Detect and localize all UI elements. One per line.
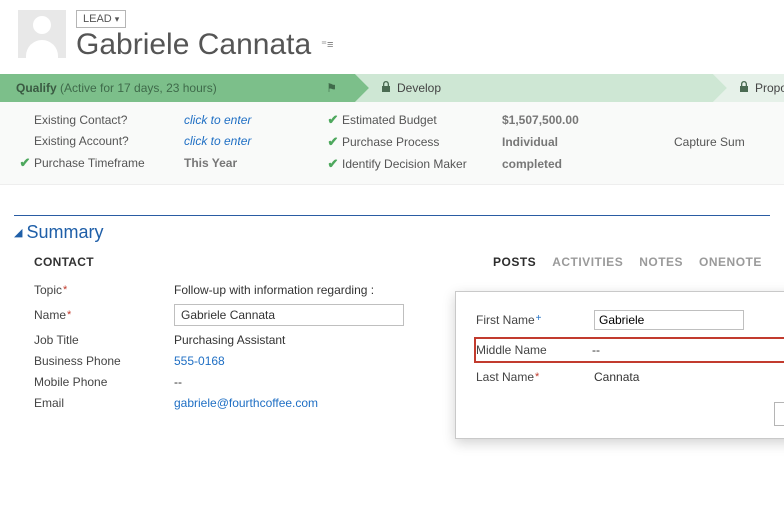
email-label: Email	[34, 396, 174, 410]
done-button[interactable]: Done	[774, 402, 784, 426]
stage-develop[interactable]: Develop	[355, 74, 713, 102]
last-name-label: Last Name	[476, 370, 594, 384]
lock-icon	[739, 81, 749, 95]
tab-onenote[interactable]: ONENOTE	[699, 255, 762, 269]
stage-duration: (Active for 17 days, 23 hours)	[60, 81, 217, 95]
middle-name-row-highlight: Middle Name --	[474, 337, 784, 363]
develop-fields: ✔ Estimated Budget $1,507,500.00 ✔ Purch…	[324, 112, 652, 172]
page-title: Gabriele Cannata	[76, 30, 311, 60]
caret-down-icon: ▾	[115, 14, 120, 25]
middle-name-value[interactable]: --	[592, 343, 784, 357]
stage-name: Develop	[397, 81, 441, 95]
entity-selector[interactable]: LEAD ▾	[76, 10, 126, 28]
field-label: Existing Account?	[34, 134, 184, 148]
field-label: Estimated Budget	[342, 113, 502, 127]
check-icon: ✔	[324, 112, 342, 128]
field-value[interactable]: Individual	[502, 135, 652, 149]
social-tabs-block: POSTS ACTIVITIES NOTES ONENOTE First Nam…	[485, 255, 770, 410]
propose-fields: Capture Sum	[652, 112, 784, 172]
topic-label: Topic	[34, 283, 174, 297]
tab-posts[interactable]: POSTS	[493, 255, 536, 269]
qualify-fields: Existing Contact? click to enter Existin…	[16, 112, 324, 172]
first-name-input[interactable]	[594, 310, 744, 330]
section-separator	[14, 215, 770, 216]
middle-name-label: Middle Name	[476, 343, 592, 357]
contact-heading: CONTACT	[34, 255, 485, 269]
jobtitle-label: Job Title	[34, 333, 174, 347]
check-icon: ✔	[324, 134, 342, 150]
field-label: Purchase Timeframe	[34, 156, 184, 170]
lock-icon	[381, 81, 391, 95]
field-label: Capture Sum	[674, 135, 784, 149]
field-value[interactable]: $1,507,500.00	[502, 113, 652, 127]
summary-body: CONTACT Topic Follow-up with information…	[0, 243, 784, 410]
field-value[interactable]: completed	[502, 157, 652, 171]
business-phone-value[interactable]: 555-0168	[174, 354, 424, 368]
process-details: Existing Contact? click to enter Existin…	[0, 102, 784, 185]
flag-icon[interactable]: ⚑	[326, 81, 337, 95]
jobtitle-value[interactable]: Purchasing Assistant	[174, 333, 424, 347]
contact-block: CONTACT Topic Follow-up with information…	[30, 255, 485, 410]
mobile-phone-label: Mobile Phone	[34, 375, 174, 389]
check-icon: ✔	[16, 155, 34, 171]
tabs-row: POSTS ACTIVITIES NOTES ONENOTE	[493, 255, 770, 269]
first-name-label: First Name	[476, 313, 594, 327]
name-label: Name	[34, 308, 174, 322]
stage-name: Qualify	[16, 81, 57, 95]
mobile-phone-value[interactable]: --	[174, 375, 424, 389]
record-header: LEAD ▾ Gabriele Cannata ⁼≡	[0, 0, 784, 74]
email-value[interactable]: gabriele@fourthcoffee.com	[174, 396, 424, 410]
section-label: Summary	[26, 222, 103, 243]
section-toggle-summary[interactable]: ◢ Summary	[0, 222, 784, 243]
field-value-link[interactable]: click to enter	[184, 134, 324, 148]
field-label: Purchase Process	[342, 135, 502, 149]
avatar	[18, 10, 66, 58]
field-label: Identify Decision Maker	[342, 157, 502, 171]
name-field-cell	[174, 304, 424, 326]
name-flyout: First Name Middle Name -- Last Name Cann…	[455, 291, 784, 439]
entity-label: LEAD	[83, 13, 112, 25]
last-name-value[interactable]: Cannata	[594, 370, 784, 384]
tab-activities[interactable]: ACTIVITIES	[552, 255, 623, 269]
field-value-link[interactable]: click to enter	[184, 113, 324, 127]
field-label: Existing Contact?	[34, 113, 184, 127]
stage-qualify[interactable]: Qualify (Active for 17 days, 23 hours) ⚑	[0, 74, 355, 102]
field-value[interactable]: This Year	[184, 156, 324, 170]
check-icon: ✔	[324, 156, 342, 172]
process-bar: Qualify (Active for 17 days, 23 hours) ⚑…	[0, 74, 784, 102]
triangle-collapse-icon: ◢	[14, 226, 22, 239]
tab-notes[interactable]: NOTES	[639, 255, 683, 269]
stage-name: Propose	[755, 81, 784, 95]
topic-value[interactable]: Follow-up with information regarding :	[174, 283, 424, 297]
title-action-icon[interactable]: ⁼≡	[321, 38, 333, 51]
business-phone-label: Business Phone	[34, 354, 174, 368]
name-input[interactable]	[174, 304, 404, 326]
